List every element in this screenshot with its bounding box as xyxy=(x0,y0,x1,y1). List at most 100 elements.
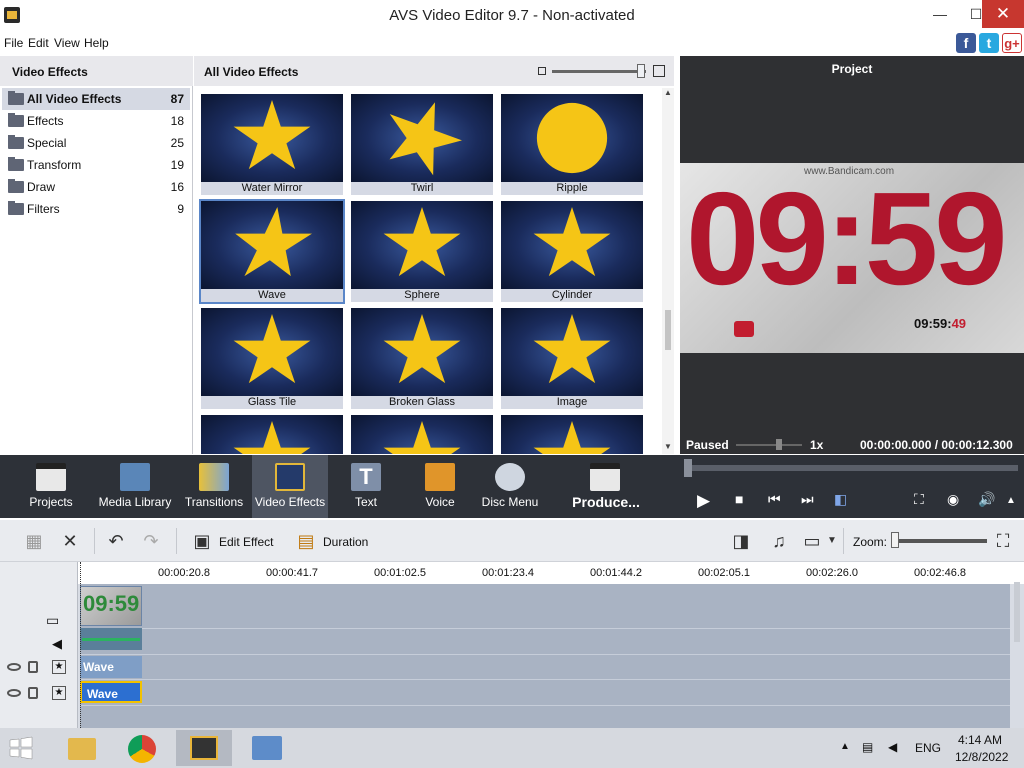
thumbnail-size-slider[interactable] xyxy=(552,70,646,73)
timeline-zoom-thumb[interactable] xyxy=(891,532,899,548)
audio-mute-icon[interactable]: ◀ xyxy=(52,636,62,652)
show-hidden-icons[interactable]: ▲ xyxy=(840,741,850,752)
effect-tile[interactable] xyxy=(501,415,643,454)
chevron-down-icon[interactable]: ▼ xyxy=(822,532,842,550)
trim-icon[interactable]: ◨ xyxy=(731,532,751,550)
google-plus-icon[interactable]: g+ xyxy=(1002,33,1022,53)
play-icon[interactable]: ▶ xyxy=(697,491,710,511)
eye-icon[interactable] xyxy=(7,663,21,671)
effect-tile[interactable] xyxy=(201,415,343,454)
effect-tile-wave[interactable]: Wave xyxy=(199,199,345,304)
facebook-icon[interactable]: f xyxy=(956,33,976,53)
seek-bar[interactable] xyxy=(688,465,1018,471)
minimize-button[interactable]: — xyxy=(922,0,958,28)
effect-tile[interactable] xyxy=(351,415,493,454)
category-effects[interactable]: Effects 18 xyxy=(2,110,190,132)
undo-icon[interactable]: ↶ xyxy=(106,532,126,550)
edit-effect-icon[interactable]: ▣ xyxy=(192,532,212,550)
network-icon[interactable]: ▤ xyxy=(862,740,873,754)
close-button[interactable]: ✕ xyxy=(982,0,1024,28)
seek-bar-thumb[interactable] xyxy=(684,459,692,477)
volume-icon[interactable]: 🔊 xyxy=(978,491,995,508)
avs-video-editor-taskbar-icon[interactable] xyxy=(176,730,232,766)
text-button[interactable]: T Text xyxy=(340,455,392,518)
category-filters[interactable]: Filters 9 xyxy=(2,198,190,220)
video-effects-button[interactable]: Video Effects xyxy=(252,455,328,518)
category-transform[interactable]: Transform 19 xyxy=(2,154,190,176)
eye-icon[interactable] xyxy=(7,689,21,697)
effect-tile-water-mirror[interactable]: Water Mirror xyxy=(201,94,343,195)
volume-expand-icon[interactable]: ▲ xyxy=(1006,495,1016,506)
produce-button[interactable]: Produce... xyxy=(570,455,642,518)
lock-icon[interactable] xyxy=(28,661,38,673)
timeline-scrollbar[interactable] xyxy=(1012,572,1022,722)
twitter-icon[interactable]: t xyxy=(979,33,999,53)
effects-scrollbar[interactable]: ▲ ▼ xyxy=(662,88,674,454)
scroll-down-icon[interactable]: ▼ xyxy=(664,442,672,451)
projects-button[interactable]: Projects xyxy=(18,455,84,518)
aspect-ratio-icon[interactable]: ▭ xyxy=(802,532,822,550)
menu-help[interactable]: Help xyxy=(84,36,109,50)
category-all-video-effects[interactable]: All Video Effects 87 xyxy=(2,88,190,110)
large-thumbnail-icon[interactable] xyxy=(653,65,665,77)
effect-tile-twirl[interactable]: Twirl xyxy=(351,94,493,195)
timeline-toolbar: ▦ ✕ ↶ ↷ ▣ Edit Effect ▤ Duration ◨ ♫ ▭ ▼… xyxy=(0,520,1024,562)
duration-button[interactable]: Duration xyxy=(323,535,368,549)
thumbnail-size-slider-thumb[interactable] xyxy=(637,64,645,78)
effect-tile-broken-glass[interactable]: Broken Glass xyxy=(351,308,493,409)
audio-mixer-icon[interactable]: ♫ xyxy=(769,532,789,550)
delete-icon[interactable]: ✕ xyxy=(60,532,80,550)
effect-clip[interactable]: Wave xyxy=(80,656,142,678)
disc-menu-button[interactable]: Disc Menu xyxy=(478,455,542,518)
clock-date[interactable]: 12/8/2022 xyxy=(955,750,1008,764)
effect-label: Broken Glass xyxy=(388,396,456,408)
transitions-button[interactable]: Transitions xyxy=(182,455,246,518)
effect-tile-glass-tile[interactable]: Glass Tile xyxy=(201,308,343,409)
menu-file[interactable]: File xyxy=(4,36,23,50)
video-clip[interactable]: 09:59 xyxy=(80,586,142,626)
category-special[interactable]: Special 25 xyxy=(2,132,190,154)
previous-frame-icon[interactable]: ⏮ xyxy=(768,491,781,508)
split-icon[interactable]: ◧ xyxy=(834,491,847,508)
effect-tile-ripple[interactable]: Ripple xyxy=(501,94,643,195)
timeline-ruler[interactable]: 00:00:20.8 00:00:41.7 00:01:02.5 00:01:2… xyxy=(78,562,1024,584)
menu-edit[interactable]: Edit xyxy=(28,36,49,50)
windows-start-icon[interactable] xyxy=(4,732,38,764)
effect-tile-sphere[interactable]: Sphere xyxy=(351,201,493,302)
storyboard-icon[interactable]: ▦ xyxy=(24,532,44,550)
scroll-up-icon[interactable]: ▲ xyxy=(664,88,672,97)
category-panel: Video Effects All Video Effects 87 Effec… xyxy=(0,56,193,454)
media-library-button[interactable]: Media Library xyxy=(98,455,172,518)
snapshot-icon[interactable]: ◉ xyxy=(947,491,959,508)
edit-effect-button[interactable]: Edit Effect xyxy=(219,535,273,549)
next-frame-icon[interactable]: ⏭ xyxy=(801,491,814,508)
chrome-icon[interactable] xyxy=(114,730,170,766)
duration-icon[interactable]: ▤ xyxy=(296,532,316,550)
effect-tile-cylinder[interactable]: Cylinder xyxy=(501,201,643,302)
clock-time[interactable]: 4:14 AM xyxy=(958,733,1002,747)
timeline-zoom-slider[interactable] xyxy=(895,539,987,543)
stop-icon[interactable]: ■ xyxy=(735,491,743,507)
fullscreen-icon[interactable]: ⛶ xyxy=(914,491,924,508)
redo-icon[interactable]: ↷ xyxy=(141,532,161,550)
effect-clip-selected[interactable]: Wave xyxy=(80,681,142,703)
small-thumbnail-icon[interactable] xyxy=(538,67,546,75)
scrollbar-thumb[interactable] xyxy=(1014,582,1020,642)
file-explorer-icon[interactable] xyxy=(54,730,110,766)
lock-icon[interactable] xyxy=(28,687,38,699)
language-indicator[interactable]: ENG xyxy=(915,741,941,755)
fit-timeline-icon[interactable]: ⛶ xyxy=(993,532,1013,550)
tracks-area[interactable]: 09:59 Wave Wave xyxy=(80,584,1010,728)
control-panel-icon[interactable] xyxy=(238,730,294,766)
effect-tile-image[interactable]: Image xyxy=(501,308,643,409)
menu-view[interactable]: View xyxy=(54,36,80,50)
scrollbar-thumb[interactable] xyxy=(665,310,671,350)
playhead[interactable] xyxy=(80,562,81,728)
audio-clip[interactable] xyxy=(80,628,142,650)
speed-slider[interactable] xyxy=(736,444,802,446)
speed-slider-thumb[interactable] xyxy=(776,439,782,450)
volume-tray-icon[interactable]: ◀ xyxy=(888,740,897,754)
category-draw[interactable]: Draw 16 xyxy=(2,176,190,198)
video-preview[interactable]: 09:59 www.Bandicam.com 09:59:49 xyxy=(680,163,1024,353)
voice-button[interactable]: Voice xyxy=(414,455,466,518)
